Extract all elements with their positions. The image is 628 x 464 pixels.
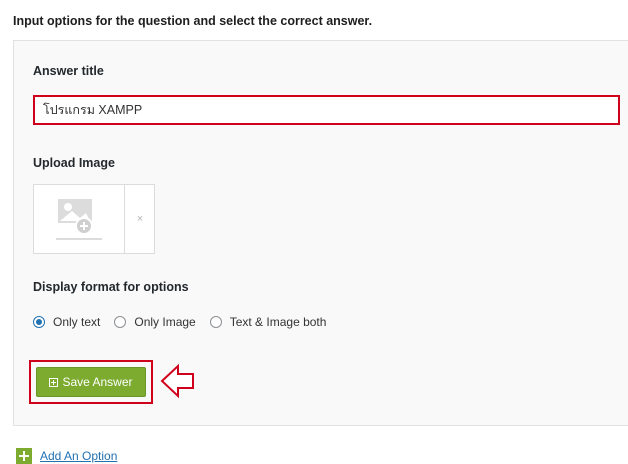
radio-text-image-both[interactable]: Text & Image both: [209, 315, 327, 329]
upload-image-label: Upload Image: [33, 156, 115, 170]
instruction-text: Input options for the question and selec…: [13, 14, 373, 28]
radio-label: Only text: [53, 315, 101, 329]
add-icon[interactable]: [16, 448, 32, 464]
radio-only-text[interactable]: Only text: [33, 315, 100, 329]
left-arrow-annotation-icon: [160, 363, 194, 399]
radio-checked-icon[interactable]: [33, 316, 45, 328]
upload-image-box[interactable]: ×: [33, 184, 155, 254]
image-placeholder-icon: [56, 199, 102, 240]
radio-unchecked-icon[interactable]: [114, 316, 127, 328]
image-placeholder[interactable]: [34, 185, 125, 253]
top-strip: [0, 0, 628, 10]
radio-label: Text & Image both: [229, 315, 327, 329]
display-format-options: Only text Only Image Text & Image both: [33, 314, 340, 330]
remove-image-icon[interactable]: ×: [132, 213, 148, 227]
answer-title-input[interactable]: โปรแกรม XAMPP: [33, 95, 620, 125]
radio-only-image[interactable]: Only Image: [114, 315, 196, 329]
plus-square-icon: [49, 377, 59, 387]
radio-unchecked-icon[interactable]: [209, 316, 222, 328]
answer-title-label: Answer title: [33, 64, 104, 78]
radio-label: Only Image: [134, 315, 196, 329]
save-answer-button[interactable]: Save Answer: [36, 367, 146, 397]
add-option-link[interactable]: Add An Option: [16, 448, 117, 464]
display-format-label: Display format for options: [33, 280, 189, 294]
save-answer-label: Save Answer: [62, 375, 133, 389]
add-option-label[interactable]: Add An Option: [40, 449, 117, 463]
